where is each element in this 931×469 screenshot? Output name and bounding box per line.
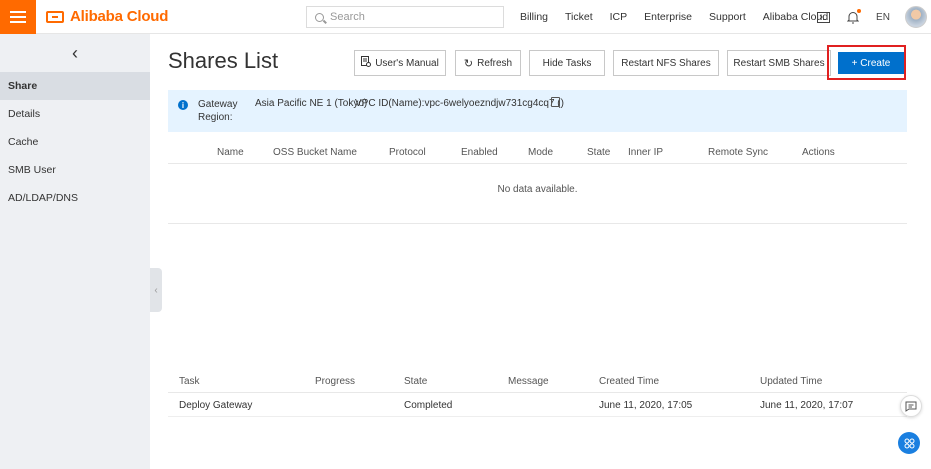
top-navbar: Alibaba Cloud Search Billing Ticket ICP … bbox=[0, 0, 931, 34]
sidebar-item-details[interactable]: Details bbox=[0, 100, 150, 128]
hide-tasks-button[interactable]: Hide Tasks bbox=[529, 50, 605, 76]
top-icons: EN bbox=[815, 0, 931, 34]
users-manual-button[interactable]: User's Manual bbox=[354, 50, 446, 76]
task-created-time: June 11, 2020, 17:05 bbox=[599, 400, 693, 411]
terminal-icon[interactable] bbox=[815, 9, 831, 25]
shares-table-header: Name OSS Bucket Name Protocol Enabled Mo… bbox=[168, 142, 907, 164]
col-progress: Progress bbox=[315, 376, 356, 387]
col-task-state: State bbox=[404, 376, 428, 387]
col-actions: Actions bbox=[802, 147, 835, 158]
nav-enterprise[interactable]: Enterprise bbox=[644, 11, 692, 23]
col-task: Task bbox=[179, 376, 200, 387]
col-message: Message bbox=[508, 376, 549, 387]
nav-icp[interactable]: ICP bbox=[610, 11, 628, 23]
users-manual-label: User's Manual bbox=[375, 57, 439, 69]
col-created-time: Created Time bbox=[599, 376, 660, 387]
col-updated-time: Updated Time bbox=[760, 376, 823, 387]
tasks-table-header: Task Progress State Message Created Time… bbox=[168, 371, 907, 393]
col-protocol[interactable]: Protocol bbox=[389, 147, 426, 158]
refresh-label: Refresh bbox=[477, 57, 513, 69]
create-highlight-box bbox=[827, 45, 906, 80]
back-chevron-icon[interactable]: ‹ bbox=[0, 34, 150, 72]
info-icon: i bbox=[178, 100, 188, 110]
apps-grid-icon[interactable] bbox=[898, 432, 920, 454]
logo-mark-icon bbox=[46, 10, 64, 23]
restart-smb-label: Restart SMB Shares bbox=[733, 57, 825, 69]
search-input[interactable]: Search bbox=[306, 6, 504, 28]
nav-billing[interactable]: Billing bbox=[520, 11, 548, 23]
col-remote-sync[interactable]: Remote Sync bbox=[708, 147, 768, 158]
hide-tasks-label: Hide Tasks bbox=[542, 57, 592, 69]
search-icon bbox=[315, 12, 324, 22]
col-name[interactable]: Name bbox=[217, 147, 244, 158]
refresh-button[interactable]: ↻ Refresh bbox=[455, 50, 521, 76]
alibaba-cloud-logo[interactable]: Alibaba Cloud bbox=[46, 8, 168, 25]
restart-nfs-label: Restart NFS Shares bbox=[621, 57, 711, 69]
sidebar-item-cache[interactable]: Cache bbox=[0, 128, 150, 156]
restart-smb-button[interactable]: Restart SMB Shares bbox=[727, 50, 831, 76]
table-row: Deploy Gateway Completed June 11, 2020, … bbox=[168, 395, 907, 417]
copy-icon[interactable] bbox=[551, 97, 560, 107]
region-value: Asia Pacific NE 1 (Tokyo) bbox=[255, 98, 368, 109]
menu-icon[interactable] bbox=[0, 0, 36, 34]
notification-dot bbox=[857, 9, 861, 13]
nav-ticket[interactable]: Ticket bbox=[565, 11, 593, 23]
col-inner-ip[interactable]: Inner IP bbox=[628, 147, 663, 158]
empty-table-message: No data available. bbox=[497, 184, 578, 195]
page-title: Shares List bbox=[168, 48, 279, 73]
col-mode[interactable]: Mode bbox=[528, 147, 553, 158]
manual-icon bbox=[361, 56, 372, 70]
col-enabled[interactable]: Enabled bbox=[461, 147, 498, 158]
vpc-id: VPC ID(Name):vpc-6welyoezndjw731cg4cq7 (… bbox=[355, 98, 564, 109]
task-updated-time: June 11, 2020, 17:07 bbox=[760, 400, 854, 411]
sidebar-item-smb-user[interactable]: SMB User bbox=[0, 156, 150, 184]
col-state[interactable]: State bbox=[587, 147, 610, 158]
table-divider bbox=[168, 223, 907, 224]
sidebar-item-ad-ldap-dns[interactable]: AD/LDAP/DNS bbox=[0, 184, 150, 212]
region-label: Gateway Region: bbox=[198, 99, 238, 123]
refresh-icon: ↻ bbox=[463, 57, 474, 70]
search-placeholder: Search bbox=[330, 11, 365, 23]
top-nav-links: Billing Ticket ICP Enterprise Support Al… bbox=[520, 0, 845, 34]
sidebar: ‹ Share Details Cache SMB User AD/LDAP/D… bbox=[0, 34, 150, 469]
sidebar-item-share[interactable]: Share bbox=[0, 72, 150, 100]
logo-text: Alibaba Cloud bbox=[70, 8, 169, 25]
bell-icon[interactable] bbox=[845, 9, 861, 25]
restart-nfs-button[interactable]: Restart NFS Shares bbox=[613, 50, 719, 76]
task-name: Deploy Gateway bbox=[179, 400, 253, 411]
col-oss-bucket-name[interactable]: OSS Bucket Name bbox=[273, 147, 357, 158]
nav-support[interactable]: Support bbox=[709, 11, 746, 23]
language-switch[interactable]: EN bbox=[875, 9, 891, 25]
task-state: Completed bbox=[404, 400, 453, 411]
chat-icon[interactable] bbox=[900, 395, 922, 417]
avatar[interactable] bbox=[905, 6, 927, 28]
gateway-info-banner: i Gateway Region: Asia Pacific NE 1 (Tok… bbox=[168, 90, 907, 132]
sidebar-collapse-handle[interactable]: ‹ bbox=[150, 268, 162, 312]
